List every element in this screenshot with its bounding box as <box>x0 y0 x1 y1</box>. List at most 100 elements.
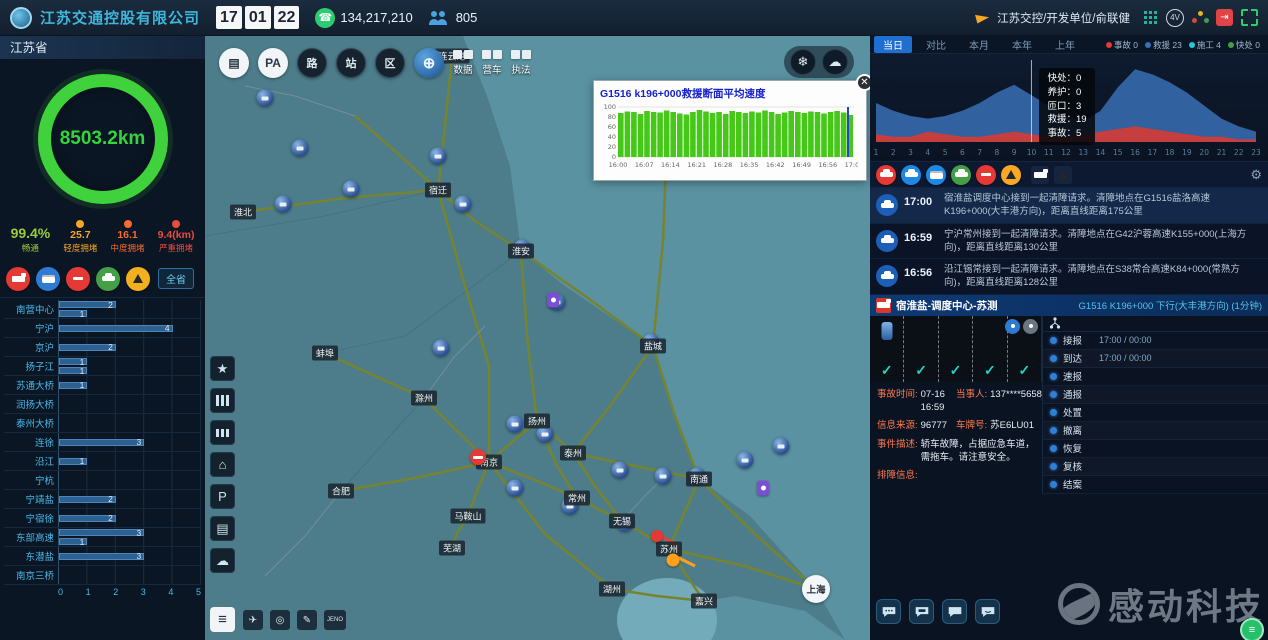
company-logo <box>10 7 32 29</box>
close-icon[interactable]: ✕ <box>856 74 870 91</box>
person-marker[interactable] <box>757 481 769 496</box>
incident-header[interactable]: 宿淮盐-调度中心-苏测 G1516 K196+000 下行(大丰港方向) (1分… <box>870 295 1268 316</box>
service-area-icon[interactable]: 区 <box>375 48 405 78</box>
layer-group-执法[interactable]: 执法 <box>511 50 531 76</box>
notify-icon[interactable] <box>975 11 990 23</box>
tab-对比[interactable]: 对比 <box>917 36 955 53</box>
bar-value: 2 <box>108 494 113 504</box>
rescue-truck-icon[interactable] <box>6 267 30 291</box>
event-row[interactable]: 16:56沿江锡常接到一起清障请求。清障地点在S38常合高速K84+000(常熟… <box>870 259 1268 295</box>
apps-grid-icon[interactable] <box>1144 11 1158 25</box>
chat-vehicle-icon[interactable] <box>909 599 934 624</box>
bar-row: 南营中心21 <box>4 300 201 319</box>
event-row[interactable]: 16:59宁沪常州接到一起清障请求。清障地点在G42沪蓉高速K155+000(上… <box>870 224 1268 260</box>
event-row[interactable]: 17:00宿淮盐调度中心接到一起清障请求。清障地点在G1516盐洛高速K196+… <box>870 188 1268 224</box>
globe-icon[interactable]: ⊕ <box>414 48 444 78</box>
camera-cluster-icon[interactable] <box>275 196 292 213</box>
car-icon[interactable] <box>96 267 120 291</box>
closure-marker[interactable] <box>470 449 486 465</box>
tow-truck-icon[interactable] <box>1031 166 1049 184</box>
camera-cluster-icon[interactable] <box>612 462 629 479</box>
smooth-icon[interactable] <box>951 165 971 185</box>
user-path[interactable]: 江苏交控/开发单位/俞联健 <box>997 10 1130 26</box>
camera-cluster-icon[interactable] <box>455 196 472 213</box>
camera-cluster-icon[interactable] <box>737 452 754 469</box>
draw-tool-icon[interactable]: ✎ <box>297 610 317 630</box>
axis-tick: 2 <box>113 587 118 597</box>
camera-cluster-icon[interactable] <box>655 468 672 485</box>
bus-icon[interactable] <box>36 267 60 291</box>
weather-layer-tool-icon[interactable]: ☁ <box>210 548 235 573</box>
axis-tick: 1 <box>86 587 91 597</box>
road-closure-icon[interactable] <box>66 267 90 291</box>
menu-button[interactable]: ≡ <box>210 607 235 632</box>
chat-road-icon[interactable] <box>876 599 901 624</box>
map-layers-tool-icon[interactable]: ▤ <box>210 516 235 541</box>
alert-marker[interactable] <box>651 530 663 542</box>
svg-text:60: 60 <box>608 123 616 131</box>
timeline-step: 复核 <box>1043 458 1268 476</box>
accident-icon[interactable] <box>876 165 896 185</box>
logout-icon[interactable]: ⇥ <box>1216 9 1233 26</box>
legend-施工[interactable]: 施工 4 <box>1189 39 1221 51</box>
construction-icon[interactable] <box>126 267 150 291</box>
parking-layer-tool-icon[interactable]: P <box>210 484 235 509</box>
av-badge[interactable]: 4V <box>1166 9 1184 27</box>
crane-status-icon[interactable] <box>1023 319 1038 334</box>
send-tool-icon[interactable]: ✈ <box>243 610 263 630</box>
tab-当日[interactable]: 当日 <box>874 36 912 53</box>
fullscreen-icon[interactable] <box>1241 9 1258 26</box>
camera-cluster-icon[interactable] <box>292 140 309 157</box>
chat-message-icon[interactable] <box>942 599 967 624</box>
settings-gear-icon[interactable]: ⚙ <box>1250 167 1262 183</box>
favorites-tool-icon[interactable]: ★ <box>210 356 235 381</box>
camera-cluster-icon[interactable] <box>257 90 274 107</box>
map-area[interactable]: ▤PA路站区⊕数据营车执法 ❄☁ ★⌂P▤☁ ≡ ✈◎✎JENO G1516 k… <box>205 36 870 640</box>
tab-本月[interactable]: 本月 <box>960 36 998 53</box>
province-header[interactable]: 江苏省 <box>0 36 205 60</box>
weather-icon-1[interactable]: ❄ <box>790 49 816 75</box>
status-dots-icon[interactable] <box>1192 11 1208 24</box>
legend-救援[interactable]: 救援 23 <box>1145 39 1182 51</box>
person-marker[interactable] <box>547 293 559 308</box>
camera-cluster-icon[interactable] <box>773 438 790 455</box>
home-tool-icon[interactable]: ⌂ <box>210 452 235 477</box>
closure-icon[interactable] <box>976 165 996 185</box>
crane-icon[interactable] <box>1054 166 1072 184</box>
camera-cluster-icon[interactable] <box>433 340 450 357</box>
layer-group-数据[interactable]: 数据 <box>453 50 473 76</box>
step-label: 复核 <box>1063 459 1099 473</box>
incident-marker[interactable] <box>667 554 680 567</box>
camera-cluster-icon[interactable] <box>430 148 447 165</box>
float-action-button[interactable]: ≡ <box>1240 618 1264 640</box>
company-name: 江苏交通控股有限公司 <box>40 7 200 28</box>
column-chart-tool-icon[interactable] <box>210 420 235 445</box>
camera-cluster-icon[interactable] <box>507 480 524 497</box>
svg-text:20: 20 <box>1199 148 1209 157</box>
layer-list-icon[interactable]: ▤ <box>219 48 249 78</box>
camera-cluster-icon[interactable] <box>507 416 524 433</box>
bus-icon[interactable] <box>926 165 946 185</box>
bar-row-label: 沿江 <box>4 454 58 468</box>
online-count: 805 <box>456 10 478 25</box>
tow-status-icon[interactable] <box>1005 319 1020 334</box>
bar-chart-tool-icon[interactable] <box>210 388 235 413</box>
toll-station-icon[interactable]: 站 <box>336 48 366 78</box>
lane-status-icons <box>1005 319 1038 334</box>
camera-cluster-icon[interactable] <box>343 181 360 198</box>
patrol-icon[interactable] <box>901 165 921 185</box>
tab-本年[interactable]: 本年 <box>1003 36 1041 53</box>
tab-上年[interactable]: 上年 <box>1046 36 1084 53</box>
province-all-button[interactable]: 全省 <box>158 268 194 289</box>
locate-tool-icon[interactable]: ◎ <box>270 610 290 630</box>
legend-快处[interactable]: 快处 0 <box>1228 39 1260 51</box>
legend-事故[interactable]: 事故 0 <box>1106 39 1138 51</box>
road-admin-icon[interactable]: 路 <box>297 48 327 78</box>
chat-phone-icon[interactable] <box>975 599 1000 624</box>
jeno-tool-icon[interactable]: JENO <box>324 610 346 630</box>
parking-icon[interactable]: PA <box>258 48 288 78</box>
weather-icon-2[interactable]: ☁ <box>822 49 848 75</box>
construction-icon[interactable] <box>1001 165 1021 185</box>
congestion-gauge: 8503.2km <box>0 60 205 218</box>
layer-group-营车[interactable]: 营车 <box>482 50 502 76</box>
